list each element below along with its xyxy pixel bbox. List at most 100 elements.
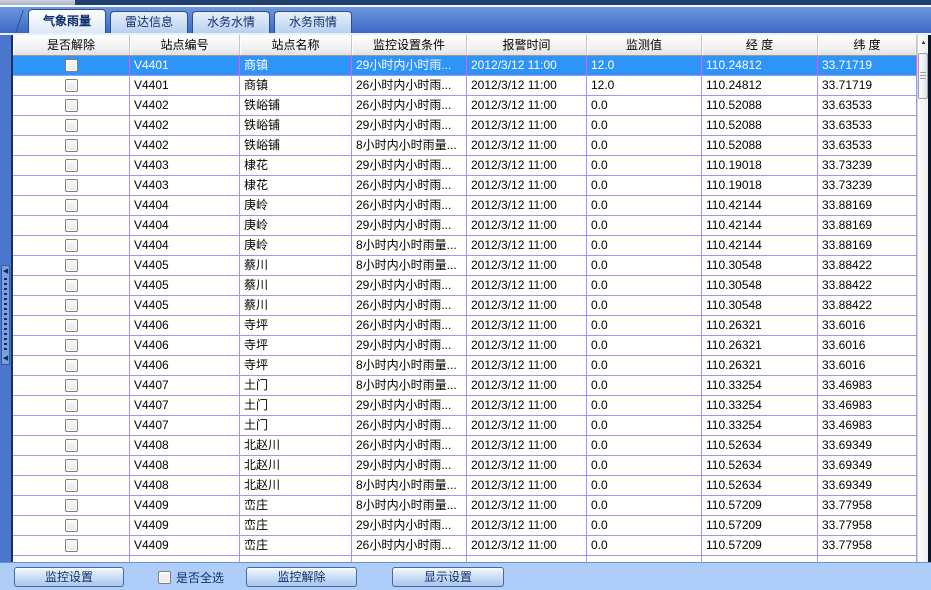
table-row[interactable]: V4408北赵川29小时内小时雨...2012/3/12 11:000.0110… — [13, 456, 917, 476]
cell-alarm-time: 2012/3/12 11:00 — [467, 216, 587, 236]
table-row[interactable]: V4405蔡川8小时内小时雨量...2012/3/12 11:000.0110.… — [13, 256, 917, 276]
release-checkbox[interactable] — [65, 399, 78, 412]
table-row[interactable]: V4408北赵川26小时内小时雨...2012/3/12 11:000.0110… — [13, 436, 917, 456]
cell-station-name: 北赵川 — [240, 456, 352, 476]
footer-toolbar: 监控设置 是否全选 监控解除 显示设置 — [0, 562, 931, 590]
column-header-alarm-time[interactable]: 报警时间 — [467, 35, 587, 55]
release-checkbox[interactable] — [65, 59, 78, 72]
column-header-release[interactable]: 是否解除 — [13, 35, 130, 55]
table-row[interactable]: V4406寺坪26小时内小时雨...2012/3/12 11:000.0110.… — [13, 316, 917, 336]
table-row[interactable]: V4406寺坪29小时内小时雨...2012/3/12 11:000.0110.… — [13, 336, 917, 356]
cell-release — [13, 396, 130, 416]
table-row[interactable]: V4402铁峪铺29小时内小时雨...2012/3/12 11:000.0110… — [13, 116, 917, 136]
cell-latitude: 33.88169 — [818, 236, 917, 256]
cell-condition: 29小时内小时雨... — [352, 396, 467, 416]
cell-latitude: 33.63533 — [818, 96, 917, 116]
table-row[interactable]: V4408北赵川8小时内小时雨量...2012/3/12 11:000.0110… — [13, 476, 917, 496]
table-row[interactable]: V4404庚岭8小时内小时雨量...2012/3/12 11:000.0110.… — [13, 236, 917, 256]
release-checkbox[interactable] — [65, 419, 78, 432]
table-row[interactable]: V4401商镇26小时内小时雨...2012/3/12 11:0012.0110… — [13, 76, 917, 96]
release-checkbox[interactable] — [65, 459, 78, 472]
cell-station-id: V4406 — [130, 356, 240, 376]
column-header-condition[interactable]: 监控设置条件 — [352, 35, 467, 55]
select-all-checkbox[interactable] — [158, 571, 171, 584]
table-row[interactable]: V4405蔡川26小时内小时雨...2012/3/12 11:000.0110.… — [13, 296, 917, 316]
release-checkbox[interactable] — [65, 259, 78, 272]
column-header-value[interactable]: 监测值 — [587, 35, 702, 55]
tab-water-rain[interactable]: 水务雨情 — [274, 11, 352, 33]
select-all-label: 是否全选 — [176, 569, 224, 586]
cell-value: 0.0 — [587, 316, 702, 336]
monitor-release-button[interactable]: 监控解除 — [246, 567, 357, 587]
cell-condition: 29小时内小时雨... — [352, 516, 467, 536]
release-checkbox[interactable] — [65, 199, 78, 212]
cell-alarm-time: 2012/3/12 11:00 — [467, 436, 587, 456]
cell-station-name: 蔡川 — [240, 256, 352, 276]
collapse-left-icon[interactable]: ◀ — [3, 268, 8, 275]
release-checkbox[interactable] — [65, 139, 78, 152]
release-checkbox[interactable] — [65, 179, 78, 192]
release-checkbox[interactable] — [65, 479, 78, 492]
release-checkbox[interactable] — [65, 439, 78, 452]
cell-value: 0.0 — [587, 336, 702, 356]
release-checkbox[interactable] — [65, 159, 78, 172]
release-checkbox[interactable] — [65, 219, 78, 232]
release-checkbox[interactable] — [65, 499, 78, 512]
cell-release — [13, 416, 130, 436]
cell-alarm-time: 2012/3/12 11:00 — [467, 396, 587, 416]
cell-condition: 29小时内小时雨... — [352, 156, 467, 176]
table-row[interactable]: V4407土门29小时内小时雨...2012/3/12 11:000.0110.… — [13, 396, 917, 416]
release-checkbox[interactable] — [65, 299, 78, 312]
cell-alarm-time: 2012/3/12 11:00 — [467, 56, 587, 76]
cell-release — [13, 196, 130, 216]
cell-condition: 26小时内小时雨... — [352, 296, 467, 316]
table-row[interactable]: V4409峦庄8小时内小时雨量...2012/3/12 11:000.0110.… — [13, 496, 917, 516]
collapse-left-icon[interactable]: ◀ — [3, 355, 8, 362]
tab-water-condition[interactable]: 水务水情 — [192, 11, 270, 33]
cell-value: 12.0 — [587, 56, 702, 76]
release-checkbox[interactable] — [65, 319, 78, 332]
display-settings-button[interactable]: 显示设置 — [392, 567, 504, 587]
column-header-station-name[interactable]: 站点名称 — [240, 35, 352, 55]
cell-condition: 29小时内小时雨... — [352, 56, 467, 76]
release-checkbox[interactable] — [65, 359, 78, 372]
cell-longitude: 110.52634 — [702, 456, 818, 476]
table-row[interactable]: V4409峦庄29小时内小时雨...2012/3/12 11:000.0110.… — [13, 516, 917, 536]
cell-value: 0.0 — [587, 356, 702, 376]
column-header-station-id[interactable]: 站点编号 — [130, 35, 240, 55]
cell-station-name: 峦庄 — [240, 516, 352, 536]
table-row[interactable]: V4404庚岭29小时内小时雨...2012/3/12 11:000.0110.… — [13, 216, 917, 236]
table-row[interactable]: V4405蔡川29小时内小时雨...2012/3/12 11:000.0110.… — [13, 276, 917, 296]
cell-release — [13, 336, 130, 356]
cell-latitude: 33.6016 — [818, 356, 917, 376]
table-row[interactable]: V4407土门8小时内小时雨量...2012/3/12 11:000.0110.… — [13, 376, 917, 396]
release-checkbox[interactable] — [65, 339, 78, 352]
release-checkbox[interactable] — [65, 279, 78, 292]
tab-weather-rainfall[interactable]: 气象雨量 — [28, 9, 106, 33]
cell-alarm-time: 2012/3/12 11:00 — [467, 536, 587, 556]
release-checkbox[interactable] — [65, 519, 78, 532]
release-checkbox[interactable] — [65, 119, 78, 132]
scrollbar-thumb[interactable] — [918, 53, 928, 99]
column-header-latitude[interactable]: 纬 度 — [818, 35, 917, 55]
column-header-longitude[interactable]: 经 度 — [702, 35, 818, 55]
monitor-settings-button[interactable]: 监控设置 — [14, 567, 124, 587]
table-row[interactable]: V4407土门26小时内小时雨...2012/3/12 11:000.0110.… — [13, 416, 917, 436]
table-row[interactable]: V4402铁峪铺26小时内小时雨...2012/3/12 11:000.0110… — [13, 96, 917, 116]
splitter-handle[interactable]: ◀ ◀ — [1, 265, 10, 365]
table-row[interactable]: V4409峦庄26小时内小时雨...2012/3/12 11:000.0110.… — [13, 536, 917, 556]
release-checkbox[interactable] — [65, 79, 78, 92]
cell-release — [13, 476, 130, 496]
table-row[interactable]: V4403棣花29小时内小时雨...2012/3/12 11:000.0110.… — [13, 156, 917, 176]
vertical-scrollbar[interactable]: ▲ — [917, 35, 928, 564]
table-row[interactable]: V4402铁峪铺8小时内小时雨量...2012/3/12 11:000.0110… — [13, 136, 917, 156]
table-row[interactable]: V4406寺坪8小时内小时雨量...2012/3/12 11:000.0110.… — [13, 356, 917, 376]
release-checkbox[interactable] — [65, 239, 78, 252]
release-checkbox[interactable] — [65, 539, 78, 552]
table-row[interactable]: V4403棣花26小时内小时雨...2012/3/12 11:000.0110.… — [13, 176, 917, 196]
release-checkbox[interactable] — [65, 379, 78, 392]
tab-radar-info[interactable]: 雷达信息 — [110, 11, 188, 33]
table-row[interactable]: V4401商镇29小时内小时雨...2012/3/12 11:0012.0110… — [13, 56, 917, 76]
release-checkbox[interactable] — [65, 99, 78, 112]
table-row[interactable]: V4404庚岭26小时内小时雨...2012/3/12 11:000.0110.… — [13, 196, 917, 216]
